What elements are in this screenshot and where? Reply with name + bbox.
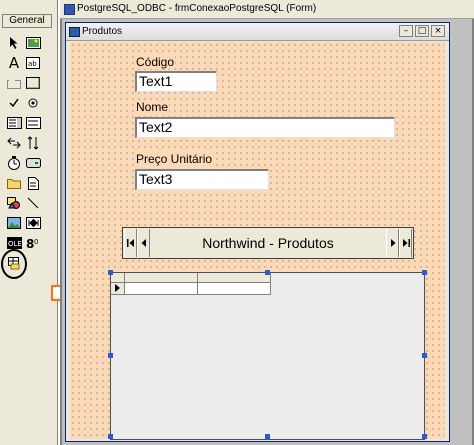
svg-text:ab: ab <box>28 60 37 68</box>
vscrollbar-icon[interactable] <box>24 134 42 152</box>
commandbutton-icon[interactable] <box>24 74 42 92</box>
grid-cell[interactable] <box>125 283 198 295</box>
datagrid[interactable] <box>110 272 425 440</box>
dirlistbox-icon[interactable] <box>5 174 23 192</box>
timer-icon[interactable] <box>5 154 23 172</box>
selection-handle[interactable] <box>265 270 270 275</box>
toolbox-tab-general[interactable]: General <box>2 14 52 28</box>
combobox-icon[interactable] <box>5 114 23 132</box>
hscrollbar-icon[interactable] <box>5 134 23 152</box>
move-last-icon <box>402 239 410 247</box>
toolbox: General A ab OLE 8 0 <box>0 0 109 445</box>
nome-textbox[interactable]: Text2 <box>135 117 395 138</box>
picturebox-icon[interactable] <box>24 34 42 52</box>
data-control-caption: Northwind - Produtos <box>202 235 334 251</box>
designer-title: PostgreSQL_ODBC - frmConexaoPostgreSQL (… <box>77 3 317 14</box>
grid-row-selector[interactable] <box>111 283 125 295</box>
filelistbox-icon[interactable] <box>24 174 42 192</box>
form-icon <box>69 27 80 37</box>
grid-column-header[interactable] <box>125 273 198 283</box>
form-produtos[interactable]: Produtos – □ × Código Text1 Nome Text2 P… <box>65 22 450 442</box>
move-next-icon <box>390 239 395 247</box>
selection-handle[interactable] <box>108 353 113 358</box>
selection-handle[interactable] <box>108 434 113 439</box>
current-row-icon <box>115 284 120 292</box>
line-icon[interactable] <box>24 194 42 212</box>
codigo-textbox[interactable]: Text1 <box>135 71 217 92</box>
nome-label: Nome <box>135 100 170 114</box>
minimize-button[interactable]: – <box>399 25 413 37</box>
move-previous-button[interactable] <box>137 229 150 257</box>
move-first-button[interactable] <box>124 229 137 257</box>
selection-handle[interactable] <box>422 434 427 439</box>
shape-icon[interactable] <box>5 194 23 212</box>
selection-handle[interactable] <box>422 270 427 275</box>
move-first-icon <box>126 239 134 247</box>
grid-corner <box>111 273 125 283</box>
selection-handle[interactable] <box>108 270 113 275</box>
designer-title-bar: PostgreSQL_ODBC - frmConexaoPostgreSQL (… <box>60 0 474 19</box>
msflexgrid-icon[interactable]: 80 <box>24 234 42 252</box>
drivelistbox-icon[interactable] <box>24 154 42 172</box>
grid-cell[interactable] <box>198 283 271 295</box>
move-previous-icon <box>141 239 146 247</box>
close-button[interactable]: × <box>431 25 445 37</box>
frame-icon[interactable] <box>5 74 23 92</box>
listbox-icon[interactable] <box>24 114 42 132</box>
pointer-icon[interactable] <box>5 34 23 52</box>
selection-handle[interactable] <box>422 353 427 358</box>
label-icon[interactable]: A <box>5 54 23 72</box>
grid-column-header[interactable] <box>198 273 271 283</box>
checkbox-icon[interactable] <box>5 94 23 112</box>
move-last-button[interactable] <box>399 229 412 257</box>
svg-text:0: 0 <box>34 238 38 246</box>
data-icon[interactable] <box>24 214 42 232</box>
maximize-button[interactable]: □ <box>415 25 429 37</box>
data-control[interactable]: Northwind - Produtos <box>122 227 414 259</box>
form-client-area: Código Text1 Nome Text2 Preço Unitário T… <box>70 42 445 440</box>
image-icon[interactable] <box>5 214 23 232</box>
svg-text:OLE: OLE <box>8 240 22 248</box>
form-title-bar[interactable]: Produtos – □ × <box>66 23 449 41</box>
form-title: Produtos <box>82 26 123 37</box>
move-next-button[interactable] <box>386 229 399 257</box>
codigo-label: Código <box>135 55 176 69</box>
textbox-icon[interactable]: ab <box>24 54 42 72</box>
highlight-circle <box>1 249 27 279</box>
optionbutton-icon[interactable] <box>24 94 42 112</box>
preco-label: Preço Unitário <box>135 152 214 166</box>
preco-textbox[interactable]: Text3 <box>135 169 269 190</box>
selection-handle[interactable] <box>265 434 270 439</box>
form-window-icon <box>64 4 75 15</box>
